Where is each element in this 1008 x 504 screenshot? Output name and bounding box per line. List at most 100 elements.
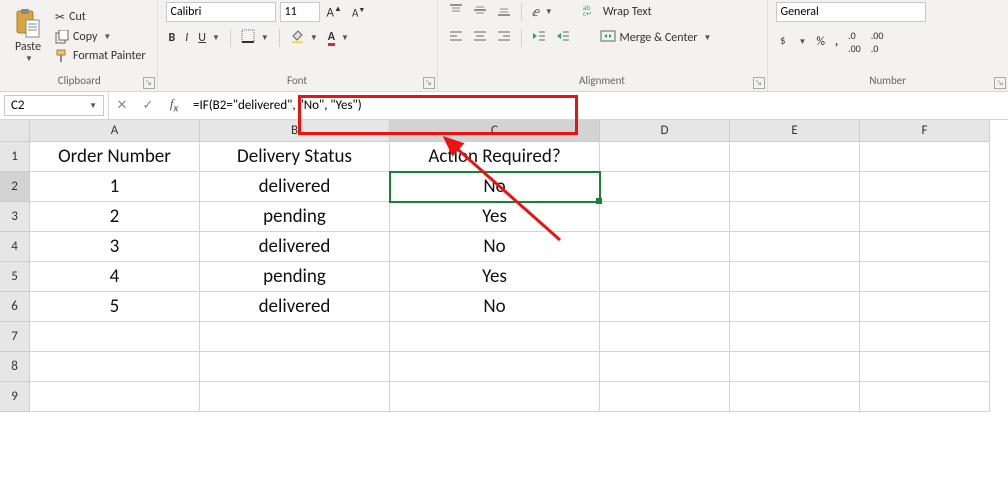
cell-A8[interactable] — [30, 352, 200, 382]
cell-B7[interactable] — [200, 322, 390, 352]
font-size-select[interactable] — [280, 2, 320, 22]
borders-button[interactable]: ▼ — [238, 28, 272, 48]
cell-F3[interactable] — [860, 202, 990, 232]
enter-formula-button[interactable]: ✓ — [135, 98, 161, 113]
select-all-corner[interactable] — [0, 120, 30, 142]
cell-A4[interactable]: 3 — [30, 232, 200, 262]
number-format-select[interactable] — [776, 2, 926, 22]
cell-A5[interactable]: 4 — [30, 262, 200, 292]
cell-F1[interactable] — [860, 142, 990, 172]
column-header-F[interactable]: F — [860, 120, 990, 142]
cell-F8[interactable] — [860, 352, 990, 382]
cell-F5[interactable] — [860, 262, 990, 292]
font-color-button[interactable]: A▼ — [325, 29, 352, 47]
paste-button[interactable]: Paste ▼ — [10, 6, 46, 66]
cell-E1[interactable] — [730, 142, 860, 172]
row-header-7[interactable]: 7 — [0, 322, 30, 352]
cell-D9[interactable] — [600, 382, 730, 412]
cell-E9[interactable] — [730, 382, 860, 412]
font-name-select[interactable] — [166, 2, 276, 22]
row-header-5[interactable]: 5 — [0, 262, 30, 292]
increase-decimal-button[interactable]: .0.00 — [845, 28, 864, 56]
cell-C2[interactable]: No — [390, 172, 600, 202]
cell-D7[interactable] — [600, 322, 730, 352]
cell-B2[interactable]: delivered — [200, 172, 390, 202]
column-header-C[interactable]: C — [390, 120, 600, 142]
decrease-decimal-button[interactable]: .00.0 — [868, 28, 887, 56]
cell-A2[interactable]: 1 — [30, 172, 200, 202]
row-header-6[interactable]: 6 — [0, 292, 30, 322]
column-header-B[interactable]: B — [200, 120, 390, 142]
decrease-indent-button[interactable] — [529, 28, 549, 48]
cell-F9[interactable] — [860, 382, 990, 412]
row-header-4[interactable]: 4 — [0, 232, 30, 262]
cell-C7[interactable] — [390, 322, 600, 352]
row-header-8[interactable]: 8 — [0, 352, 30, 382]
cell-D5[interactable] — [600, 262, 730, 292]
formula-input[interactable] — [187, 98, 1008, 113]
cell-E3[interactable] — [730, 202, 860, 232]
cell-C1[interactable]: Action Required? — [390, 142, 600, 172]
cell-E7[interactable] — [730, 322, 860, 352]
cell-A6[interactable]: 5 — [30, 292, 200, 322]
cell-C3[interactable]: Yes — [390, 202, 600, 232]
cell-C9[interactable] — [390, 382, 600, 412]
insert-function-button[interactable]: fx — [161, 96, 187, 115]
cell-A7[interactable] — [30, 322, 200, 352]
cell-F2[interactable] — [860, 172, 990, 202]
align-center-button[interactable] — [470, 28, 490, 48]
cell-D6[interactable] — [600, 292, 730, 322]
percent-button[interactable]: % — [813, 34, 828, 50]
align-middle-button[interactable] — [470, 2, 490, 22]
row-header-3[interactable]: 3 — [0, 202, 30, 232]
comma-button[interactable]: , — [832, 34, 841, 50]
fill-color-button[interactable]: ▼ — [287, 28, 321, 48]
cell-B9[interactable] — [200, 382, 390, 412]
dialog-launcher-clipboard[interactable]: ↘ — [143, 77, 155, 89]
align-left-button[interactable] — [446, 28, 466, 48]
copy-button[interactable]: Copy ▼ — [52, 29, 149, 45]
wrap-text-button[interactable]: abc↵Wrap Text — [580, 2, 655, 22]
bold-button[interactable]: B — [166, 30, 179, 46]
cell-D8[interactable] — [600, 352, 730, 382]
cell-E4[interactable] — [730, 232, 860, 262]
cell-F6[interactable] — [860, 292, 990, 322]
cell-A3[interactable]: 2 — [30, 202, 200, 232]
cancel-formula-button[interactable]: ✕ — [109, 98, 135, 113]
cell-E8[interactable] — [730, 352, 860, 382]
cell-C5[interactable]: Yes — [390, 262, 600, 292]
cell-D4[interactable] — [600, 232, 730, 262]
decrease-font-button[interactable]: A▼ — [349, 4, 368, 21]
cell-A1[interactable]: Order Number — [30, 142, 200, 172]
column-header-D[interactable]: D — [600, 120, 730, 142]
cell-B4[interactable]: delivered — [200, 232, 390, 262]
row-header-1[interactable]: 1 — [0, 142, 30, 172]
cell-D3[interactable] — [600, 202, 730, 232]
increase-indent-button[interactable] — [553, 28, 573, 48]
cell-B8[interactable] — [200, 352, 390, 382]
cell-E2[interactable] — [730, 172, 860, 202]
merge-center-button[interactable]: Merge & Center▼ — [597, 28, 715, 48]
cut-button[interactable]: ✂ Cut — [52, 9, 149, 26]
cell-C6[interactable]: No — [390, 292, 600, 322]
cell-C4[interactable]: No — [390, 232, 600, 262]
underline-button[interactable]: U▼ — [195, 30, 223, 46]
column-header-E[interactable]: E — [730, 120, 860, 142]
cell-B5[interactable]: pending — [200, 262, 390, 292]
dialog-launcher-alignment[interactable]: ↘ — [753, 77, 765, 89]
name-box[interactable]: C2 ▼ — [4, 95, 104, 116]
accounting-format-button[interactable]: $▼ — [776, 32, 810, 52]
row-header-2[interactable]: 2 — [0, 172, 30, 202]
column-header-A[interactable]: A — [30, 120, 200, 142]
italic-button[interactable]: I — [182, 30, 191, 46]
cell-E5[interactable] — [730, 262, 860, 292]
cell-D2[interactable] — [600, 172, 730, 202]
align-right-button[interactable] — [494, 28, 514, 48]
increase-font-button[interactable]: A▲ — [324, 3, 345, 21]
cell-E6[interactable] — [730, 292, 860, 322]
cell-D1[interactable] — [600, 142, 730, 172]
cell-C8[interactable] — [390, 352, 600, 382]
cell-A9[interactable] — [30, 382, 200, 412]
cell-B1[interactable]: Delivery Status — [200, 142, 390, 172]
dialog-launcher-number[interactable]: ↘ — [994, 77, 1006, 89]
